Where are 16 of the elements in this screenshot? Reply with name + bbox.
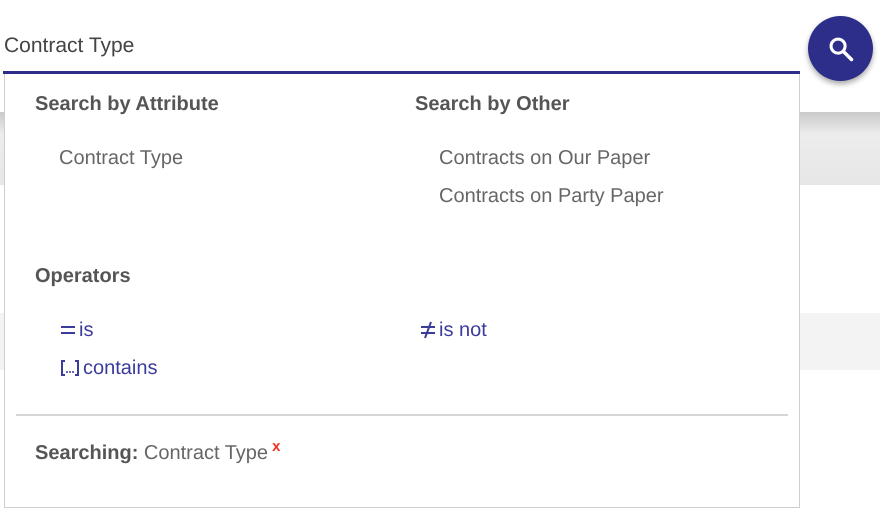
equals-icon — [60, 323, 76, 337]
not-equal-icon — [420, 321, 436, 339]
remove-filter-button[interactable]: x — [272, 438, 280, 455]
search-icon — [826, 34, 854, 62]
operator-option[interactable]: is — [60, 318, 94, 342]
operator-option[interactable]: is not — [420, 318, 487, 342]
suggestion-item[interactable]: Contracts on Party Paper — [439, 184, 664, 208]
suggestion-item[interactable]: Contract Type — [59, 146, 184, 170]
bracket-icon — [60, 359, 80, 377]
section-heading: Search by Other — [415, 92, 571, 116]
section-heading: Search by Attribute — [35, 92, 220, 116]
search-button[interactable] — [808, 16, 873, 81]
operator-option[interactable]: contains — [60, 356, 158, 380]
section-heading: Operators — [35, 264, 132, 288]
suggestion-item[interactable]: Contracts on Our Paper — [439, 146, 650, 170]
search-status: Searching: Contract Type — [35, 442, 268, 464]
